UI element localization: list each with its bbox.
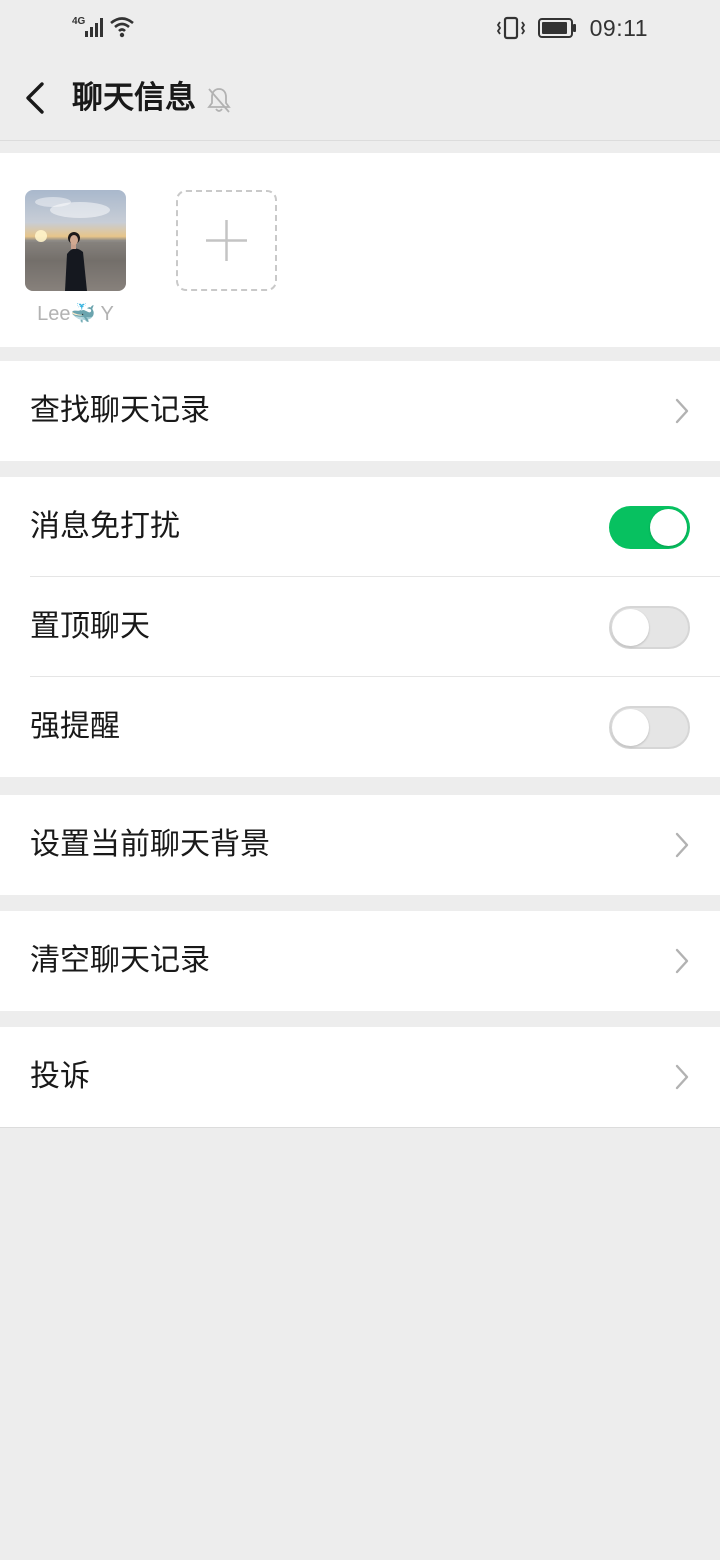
bottom-divider bbox=[0, 1127, 720, 1128]
strong-reminder-toggle[interactable] bbox=[609, 706, 690, 749]
wifi-icon bbox=[110, 17, 134, 38]
vibrate-icon bbox=[496, 16, 525, 40]
member-name: Lee🐳 Y bbox=[37, 303, 114, 325]
status-bar: 4G 09:11 bbox=[0, 0, 720, 56]
report-label: 投诉 bbox=[30, 1059, 90, 1094]
clear-section: 清空聊天记录 bbox=[0, 911, 720, 1011]
settings-section: 消息免打扰 置顶聊天 强提醒 bbox=[0, 477, 720, 777]
report-row[interactable]: 投诉 bbox=[0, 1027, 720, 1127]
chevron-right-icon bbox=[675, 1064, 689, 1090]
page-title: 聊天信息 bbox=[72, 80, 196, 116]
clear-history-label: 清空聊天记录 bbox=[30, 943, 210, 978]
mute-notifications-row: 消息免打扰 bbox=[0, 477, 720, 577]
mute-notifications-label: 消息免打扰 bbox=[30, 509, 180, 544]
toggle-knob bbox=[650, 509, 687, 546]
members-section: Lee🐳 Y bbox=[0, 153, 720, 347]
sticky-on-top-row: 置顶聊天 bbox=[0, 577, 720, 677]
chevron-left-icon bbox=[26, 82, 44, 114]
header-divider bbox=[0, 140, 720, 141]
sticky-on-top-toggle[interactable] bbox=[609, 606, 690, 649]
toggle-knob bbox=[612, 609, 649, 646]
bell-off-icon bbox=[207, 88, 231, 113]
add-member-button[interactable] bbox=[176, 190, 277, 291]
plus-icon bbox=[206, 220, 247, 261]
set-background-label: 设置当前聊天背景 bbox=[30, 827, 270, 862]
avatar bbox=[25, 190, 126, 291]
toggle-knob bbox=[612, 709, 649, 746]
back-button[interactable] bbox=[18, 76, 58, 120]
member-item[interactable]: Lee🐳 Y bbox=[25, 190, 126, 326]
search-history-row[interactable]: 查找聊天记录 bbox=[0, 361, 720, 461]
status-right: 09:11 bbox=[496, 14, 648, 42]
background-section: 设置当前聊天背景 bbox=[0, 795, 720, 895]
set-background-row[interactable]: 设置当前聊天背景 bbox=[0, 795, 720, 895]
signal-icon: 4G bbox=[72, 16, 134, 38]
search-section: 查找聊天记录 bbox=[0, 361, 720, 461]
chevron-right-icon bbox=[675, 948, 689, 974]
chevron-right-icon bbox=[675, 398, 689, 424]
chevron-right-icon bbox=[675, 832, 689, 858]
mute-notifications-toggle[interactable] bbox=[609, 506, 690, 549]
sticky-on-top-label: 置顶聊天 bbox=[30, 609, 150, 644]
strong-reminder-row: 强提醒 bbox=[0, 677, 720, 777]
network-type-label: 4G bbox=[72, 16, 86, 27]
clear-history-row[interactable]: 清空聊天记录 bbox=[0, 911, 720, 1011]
battery-icon bbox=[537, 18, 576, 38]
strong-reminder-label: 强提醒 bbox=[30, 709, 120, 744]
header: 聊天信息 bbox=[0, 56, 720, 140]
clock: 09:11 bbox=[589, 14, 648, 41]
search-history-label: 查找聊天记录 bbox=[30, 393, 210, 428]
report-section: 投诉 bbox=[0, 1027, 720, 1127]
